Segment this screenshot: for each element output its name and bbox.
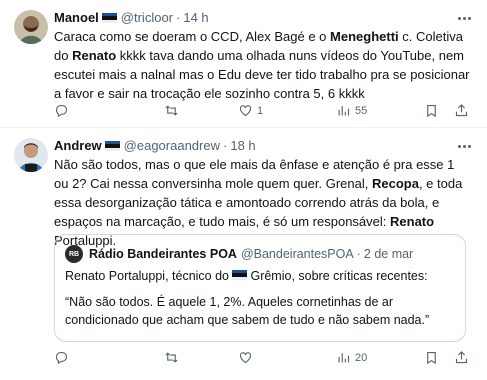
like-count: 1 xyxy=(257,104,264,117)
separator-dot: · xyxy=(356,247,361,261)
bookmark-icon xyxy=(427,351,436,365)
retweet-icon xyxy=(165,105,178,116)
like-button[interactable]: 1 xyxy=(238,103,263,118)
like-icon xyxy=(239,105,252,117)
retweet-button[interactable] xyxy=(164,350,183,365)
quoted-tweet[interactable]: RB Rádio Bandeirantes POA @BandeirantesP… xyxy=(54,234,466,342)
share-icon xyxy=(455,104,468,117)
avatar[interactable] xyxy=(14,138,48,172)
bookmark-button[interactable] xyxy=(424,350,439,365)
flag-icon xyxy=(101,13,117,23)
more-icon[interactable] xyxy=(455,138,473,154)
share-icon xyxy=(455,351,468,364)
reply-button[interactable] xyxy=(54,350,73,365)
text-segment: Caraca como se doeram o CCD, Alex Bagé e… xyxy=(54,29,331,44)
separator-dot: · xyxy=(223,138,228,153)
quoted-author-name: Rádio Bandeirantes POA xyxy=(89,247,237,261)
retweet-button[interactable] xyxy=(164,103,183,118)
quoted-text-line1b: Grêmio, sobre críticas recentes: xyxy=(250,269,428,283)
share-button[interactable] xyxy=(454,350,469,365)
views-button[interactable]: 20 xyxy=(336,350,367,365)
reply-button[interactable] xyxy=(54,103,73,118)
bold-term: Renato xyxy=(390,214,435,229)
tweet-actions: 1 55 xyxy=(54,103,472,121)
quoted-text-line1a: Renato Portaluppi, técnico do xyxy=(65,269,233,283)
share-button[interactable] xyxy=(454,103,469,118)
author-handle[interactable]: @tricloor xyxy=(121,10,173,26)
reply-icon xyxy=(55,351,68,365)
tweet-text: Caraca como se doeram o CCD, Alex Bagé e… xyxy=(54,27,472,103)
author-name[interactable]: Manoel xyxy=(54,10,99,26)
quoted-text-line2: “Não são todos. É aquele 1, 2%. Aqueles … xyxy=(65,295,430,327)
author-name[interactable]: Andrew xyxy=(54,138,102,154)
text-segment: kkkk tava dando uma olhada nuns vídeos d… xyxy=(54,48,470,101)
views-count: 20 xyxy=(355,351,368,364)
bold-term: Recopa xyxy=(371,176,419,191)
tweet-header: Manoel @tricloor · 14 h xyxy=(54,10,209,26)
tweet-header: Andrew @eagoraandrew · 18 h xyxy=(54,138,256,154)
views-icon xyxy=(338,106,350,116)
views-button[interactable]: 55 xyxy=(336,103,367,118)
author-handle[interactable]: @eagoraandrew xyxy=(124,138,220,154)
flag-icon xyxy=(232,270,248,280)
more-icon[interactable] xyxy=(455,10,473,26)
quoted-tweet-text: Renato Portaluppi, técnico do Grêmio, so… xyxy=(65,267,457,337)
timestamp[interactable]: 18 h xyxy=(230,138,255,154)
separator-dot: · xyxy=(176,10,181,25)
tweet-actions: 20 xyxy=(54,350,472,368)
quoted-tweet-header: RB Rádio Bandeirantes POA @BandeirantesP… xyxy=(65,245,413,263)
like-button[interactable] xyxy=(238,350,257,365)
bookmark-button[interactable] xyxy=(424,103,439,118)
bold-term: Renato xyxy=(72,48,117,63)
like-icon xyxy=(239,352,252,364)
views-icon xyxy=(338,353,350,363)
quoted-timestamp: 2 de mar xyxy=(363,247,414,261)
bookmark-icon xyxy=(427,104,436,118)
bold-term: Meneghetti xyxy=(330,29,399,44)
retweet-icon xyxy=(165,352,178,363)
reply-icon xyxy=(55,104,68,118)
views-count: 55 xyxy=(355,104,368,117)
avatar[interactable] xyxy=(14,10,48,44)
flag-icon xyxy=(104,141,120,151)
timestamp[interactable]: 14 h xyxy=(183,10,208,26)
quoted-avatar: RB xyxy=(65,245,83,263)
quoted-author-handle: @BandeirantesPOA xyxy=(240,247,354,261)
